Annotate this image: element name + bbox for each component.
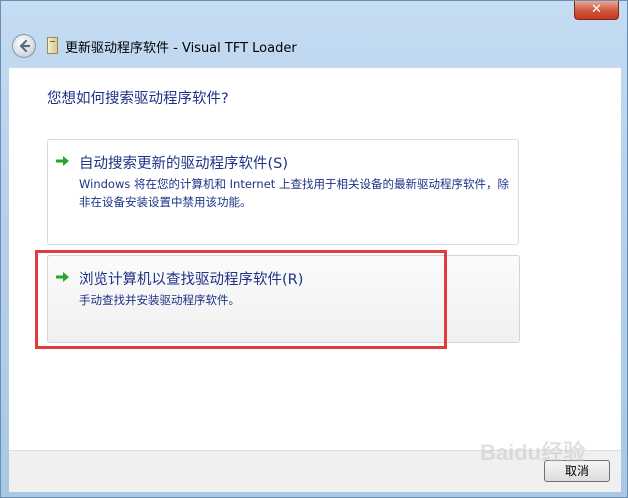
green-arrow-icon: [56, 156, 69, 166]
back-arrow-icon: [19, 39, 31, 53]
watermark: Baidu经验: [480, 440, 586, 465]
back-button[interactable]: [12, 34, 36, 58]
auto-search-option[interactable]: 自动搜索更新的驱动程序软件(S) Windows 将在您的计算机和 Intern…: [47, 139, 519, 245]
device-icon: [47, 37, 58, 54]
close-button[interactable]: ✕: [574, 1, 619, 20]
auto-search-title: 自动搜索更新的驱动程序软件(S): [79, 156, 289, 172]
dialog-window: ✕ 更新驱动程序软件 - Visual TFT Loader 您想如何搜索驱动程…: [0, 0, 628, 498]
close-icon: ✕: [591, 2, 602, 17]
page-question: 您想如何搜索驱动程序软件?: [47, 91, 229, 107]
navigation-bar: 更新驱动程序软件 - Visual TFT Loader: [9, 33, 621, 59]
window-title: 更新驱动程序软件 - Visual TFT Loader: [65, 41, 297, 56]
annotation-highlight-box: [35, 250, 447, 349]
auto-search-description: Windows 将在您的计算机和 Internet 上查找用于相关设备的最新驱动…: [79, 177, 509, 209]
